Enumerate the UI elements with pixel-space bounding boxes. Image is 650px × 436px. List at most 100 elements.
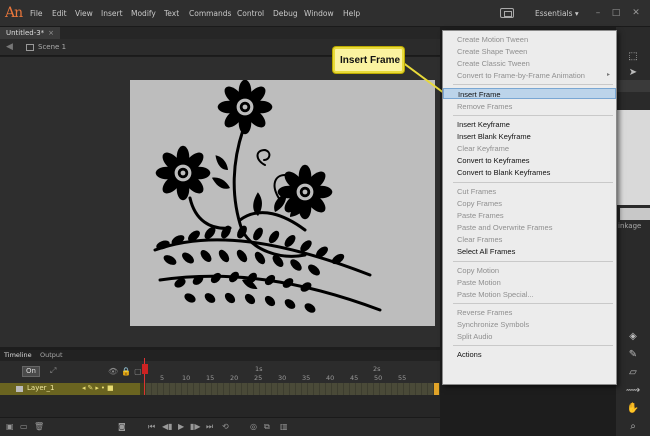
menu-separator	[453, 261, 613, 262]
menu-item-reverse-frames[interactable]: Reverse Frames	[443, 307, 616, 318]
layer-visibility-icons[interactable]: 👁🔒▢	[108, 367, 145, 376]
play-icon[interactable]: ▶	[178, 422, 184, 431]
go-to-first-frame-icon[interactable]: ⏮	[148, 422, 155, 432]
zoom-tool-icon[interactable]: ⌕	[624, 420, 642, 434]
stage[interactable]	[130, 80, 435, 326]
menu-item-copy-frames[interactable]: Copy Frames	[443, 198, 616, 209]
width-tool-icon[interactable]: ⟿	[624, 384, 642, 398]
paint-bucket-icon[interactable]: ◈	[624, 330, 642, 344]
linkage-label: inkage	[618, 222, 642, 230]
ruler-frame-20: 20	[230, 374, 239, 382]
menu-edit[interactable]: Edit	[52, 9, 67, 18]
layer-name[interactable]: Layer_1	[27, 384, 54, 392]
selection-tool-icon[interactable]: ⬚	[624, 50, 642, 64]
ruler-frame-55: 55	[398, 374, 407, 382]
workspace-layout-icon[interactable]	[500, 8, 514, 18]
menu-window[interactable]: Window	[304, 9, 334, 18]
edit-multiple-frames-icon[interactable]: ⧉	[264, 422, 270, 432]
ruler-second-2: 2s	[373, 365, 381, 373]
menu-control[interactable]: Control	[237, 9, 264, 18]
menu-bar: An File Edit View Insert Modify Text Com…	[0, 0, 650, 27]
menu-item-remove-frames[interactable]: Remove Frames	[443, 101, 616, 112]
new-layer-icon[interactable]: ▣	[6, 422, 14, 431]
step-back-icon[interactable]: ◀▮	[162, 422, 173, 431]
menu-item-create-shape-tween[interactable]: Create Shape Tween	[443, 46, 616, 57]
timeline-tab-bar: Timeline Output	[0, 350, 440, 361]
layer-frames[interactable]	[146, 383, 436, 395]
document-tab[interactable]: Untitled-3* ×	[0, 27, 61, 39]
menu-item-paste-overwrite-frames[interactable]: Paste and Overwrite Frames	[443, 222, 616, 233]
hand-tool-icon[interactable]: ✋	[624, 402, 642, 416]
menu-item-insert-keyframe[interactable]: Insert Keyframe	[443, 119, 616, 130]
layer-row[interactable]: Layer_1 ◂✎▸•■	[0, 383, 440, 395]
callout-label: Insert Frame	[340, 55, 401, 66]
go-to-last-frame-icon[interactable]: ⏭	[206, 422, 213, 432]
menu-item-convert-to-keyframes[interactable]: Convert to Keyframes	[443, 155, 616, 166]
menu-item-select-all-frames[interactable]: Select All Frames	[443, 246, 616, 257]
menu-item-paste-motion[interactable]: Paste Motion	[443, 277, 616, 288]
menu-help[interactable]: Help	[343, 9, 360, 18]
timeline-footer: ▣ ▭ 🗑 ◙ ⏮ ◀▮ ▶ ▮▶ ⏭ ⟲ ◎ ⧉ ▥	[0, 417, 440, 436]
menu-separator	[453, 345, 613, 346]
subselection-tool-icon[interactable]: ➤	[624, 66, 642, 80]
camera-icon[interactable]: ◙	[118, 422, 126, 431]
eraser-icon[interactable]: ▱	[624, 366, 642, 380]
properties-panel	[616, 110, 650, 205]
menu-debug[interactable]: Debug	[273, 9, 298, 18]
new-folder-icon[interactable]: ▭	[20, 422, 28, 431]
menu-item-paste-motion-special[interactable]: Paste Motion Special...	[443, 289, 616, 300]
selected-frame[interactable]	[434, 383, 439, 395]
workspace-switcher[interactable]: Essentials ▾	[535, 9, 579, 18]
layer-graph-icon[interactable]: ⤢	[50, 366, 56, 376]
menu-item-insert-frame[interactable]: Insert Frame	[443, 88, 616, 99]
frame-marker-icon[interactable]: ▥	[280, 422, 288, 431]
menu-item-cut-frames[interactable]: Cut Frames	[443, 186, 616, 197]
minimize-button[interactable]: –	[592, 7, 604, 19]
menu-item-label: Convert to Frame-by-Frame Animation	[457, 71, 585, 80]
menu-item-synchronize-symbols[interactable]: Synchronize Symbols	[443, 319, 616, 330]
menu-item-convert-to-blank-keyframes[interactable]: Convert to Blank Keyframes	[443, 167, 616, 178]
close-window-button[interactable]: ✕	[630, 7, 642, 19]
onion-skin-icon[interactable]: ◎	[250, 422, 257, 431]
properties-field[interactable]	[620, 208, 650, 220]
document-tab-title: Untitled-3*	[6, 29, 45, 37]
step-forward-icon[interactable]: ▮▶	[190, 422, 201, 431]
menu-view[interactable]: View	[75, 9, 93, 18]
menu-item-split-audio[interactable]: Split Audio	[443, 331, 616, 342]
frame-context-menu: Create Motion Tween Create Shape Tween C…	[442, 30, 617, 385]
eyedropper-icon[interactable]: ✎	[624, 348, 642, 362]
menu-item-clear-frames[interactable]: Clear Frames	[443, 234, 616, 245]
layer-icon	[16, 386, 23, 392]
tab-output[interactable]: Output	[40, 351, 63, 359]
back-arrow-icon[interactable]: ◀	[6, 42, 13, 52]
menu-item-insert-blank-keyframe[interactable]: Insert Blank Keyframe	[443, 131, 616, 142]
menu-separator	[453, 115, 613, 116]
menu-item-convert-frame-by-frame[interactable]: Convert to Frame-by-Frame Animation ▸	[443, 70, 616, 81]
menu-text[interactable]: Text	[164, 9, 179, 18]
flower-artwork[interactable]	[130, 80, 435, 326]
timeline-empty-area	[0, 395, 440, 417]
menu-item-paste-frames[interactable]: Paste Frames	[443, 210, 616, 221]
menu-item-copy-motion[interactable]: Copy Motion	[443, 265, 616, 276]
menu-item-create-classic-tween[interactable]: Create Classic Tween	[443, 58, 616, 69]
close-tab-icon[interactable]: ×	[48, 29, 54, 37]
menu-commands[interactable]: Commands	[189, 9, 231, 18]
scene-label: Scene 1	[38, 43, 67, 51]
panel-header	[614, 80, 650, 92]
layer-header[interactable]: Layer_1 ◂✎▸•■	[0, 383, 140, 395]
onion-skin-button[interactable]: On	[22, 366, 40, 377]
ruler-frame-40: 40	[326, 374, 335, 382]
menu-insert[interactable]: Insert	[101, 9, 123, 18]
delete-layer-icon[interactable]: 🗑	[34, 422, 44, 431]
playhead-handle[interactable]	[142, 364, 148, 374]
menu-modify[interactable]: Modify	[131, 9, 156, 18]
layer-controls-icon[interactable]: ◂✎▸•■	[82, 384, 116, 392]
loop-icon[interactable]: ⟲	[222, 422, 229, 431]
maximize-button[interactable]: □	[610, 7, 622, 19]
ruler-frame-10: 10	[182, 374, 191, 382]
menu-item-create-motion-tween[interactable]: Create Motion Tween	[443, 34, 616, 45]
menu-item-actions[interactable]: Actions	[443, 349, 616, 360]
menu-item-clear-keyframe[interactable]: Clear Keyframe	[443, 143, 616, 154]
menu-file[interactable]: File	[30, 9, 43, 18]
tab-timeline[interactable]: Timeline	[4, 351, 32, 359]
